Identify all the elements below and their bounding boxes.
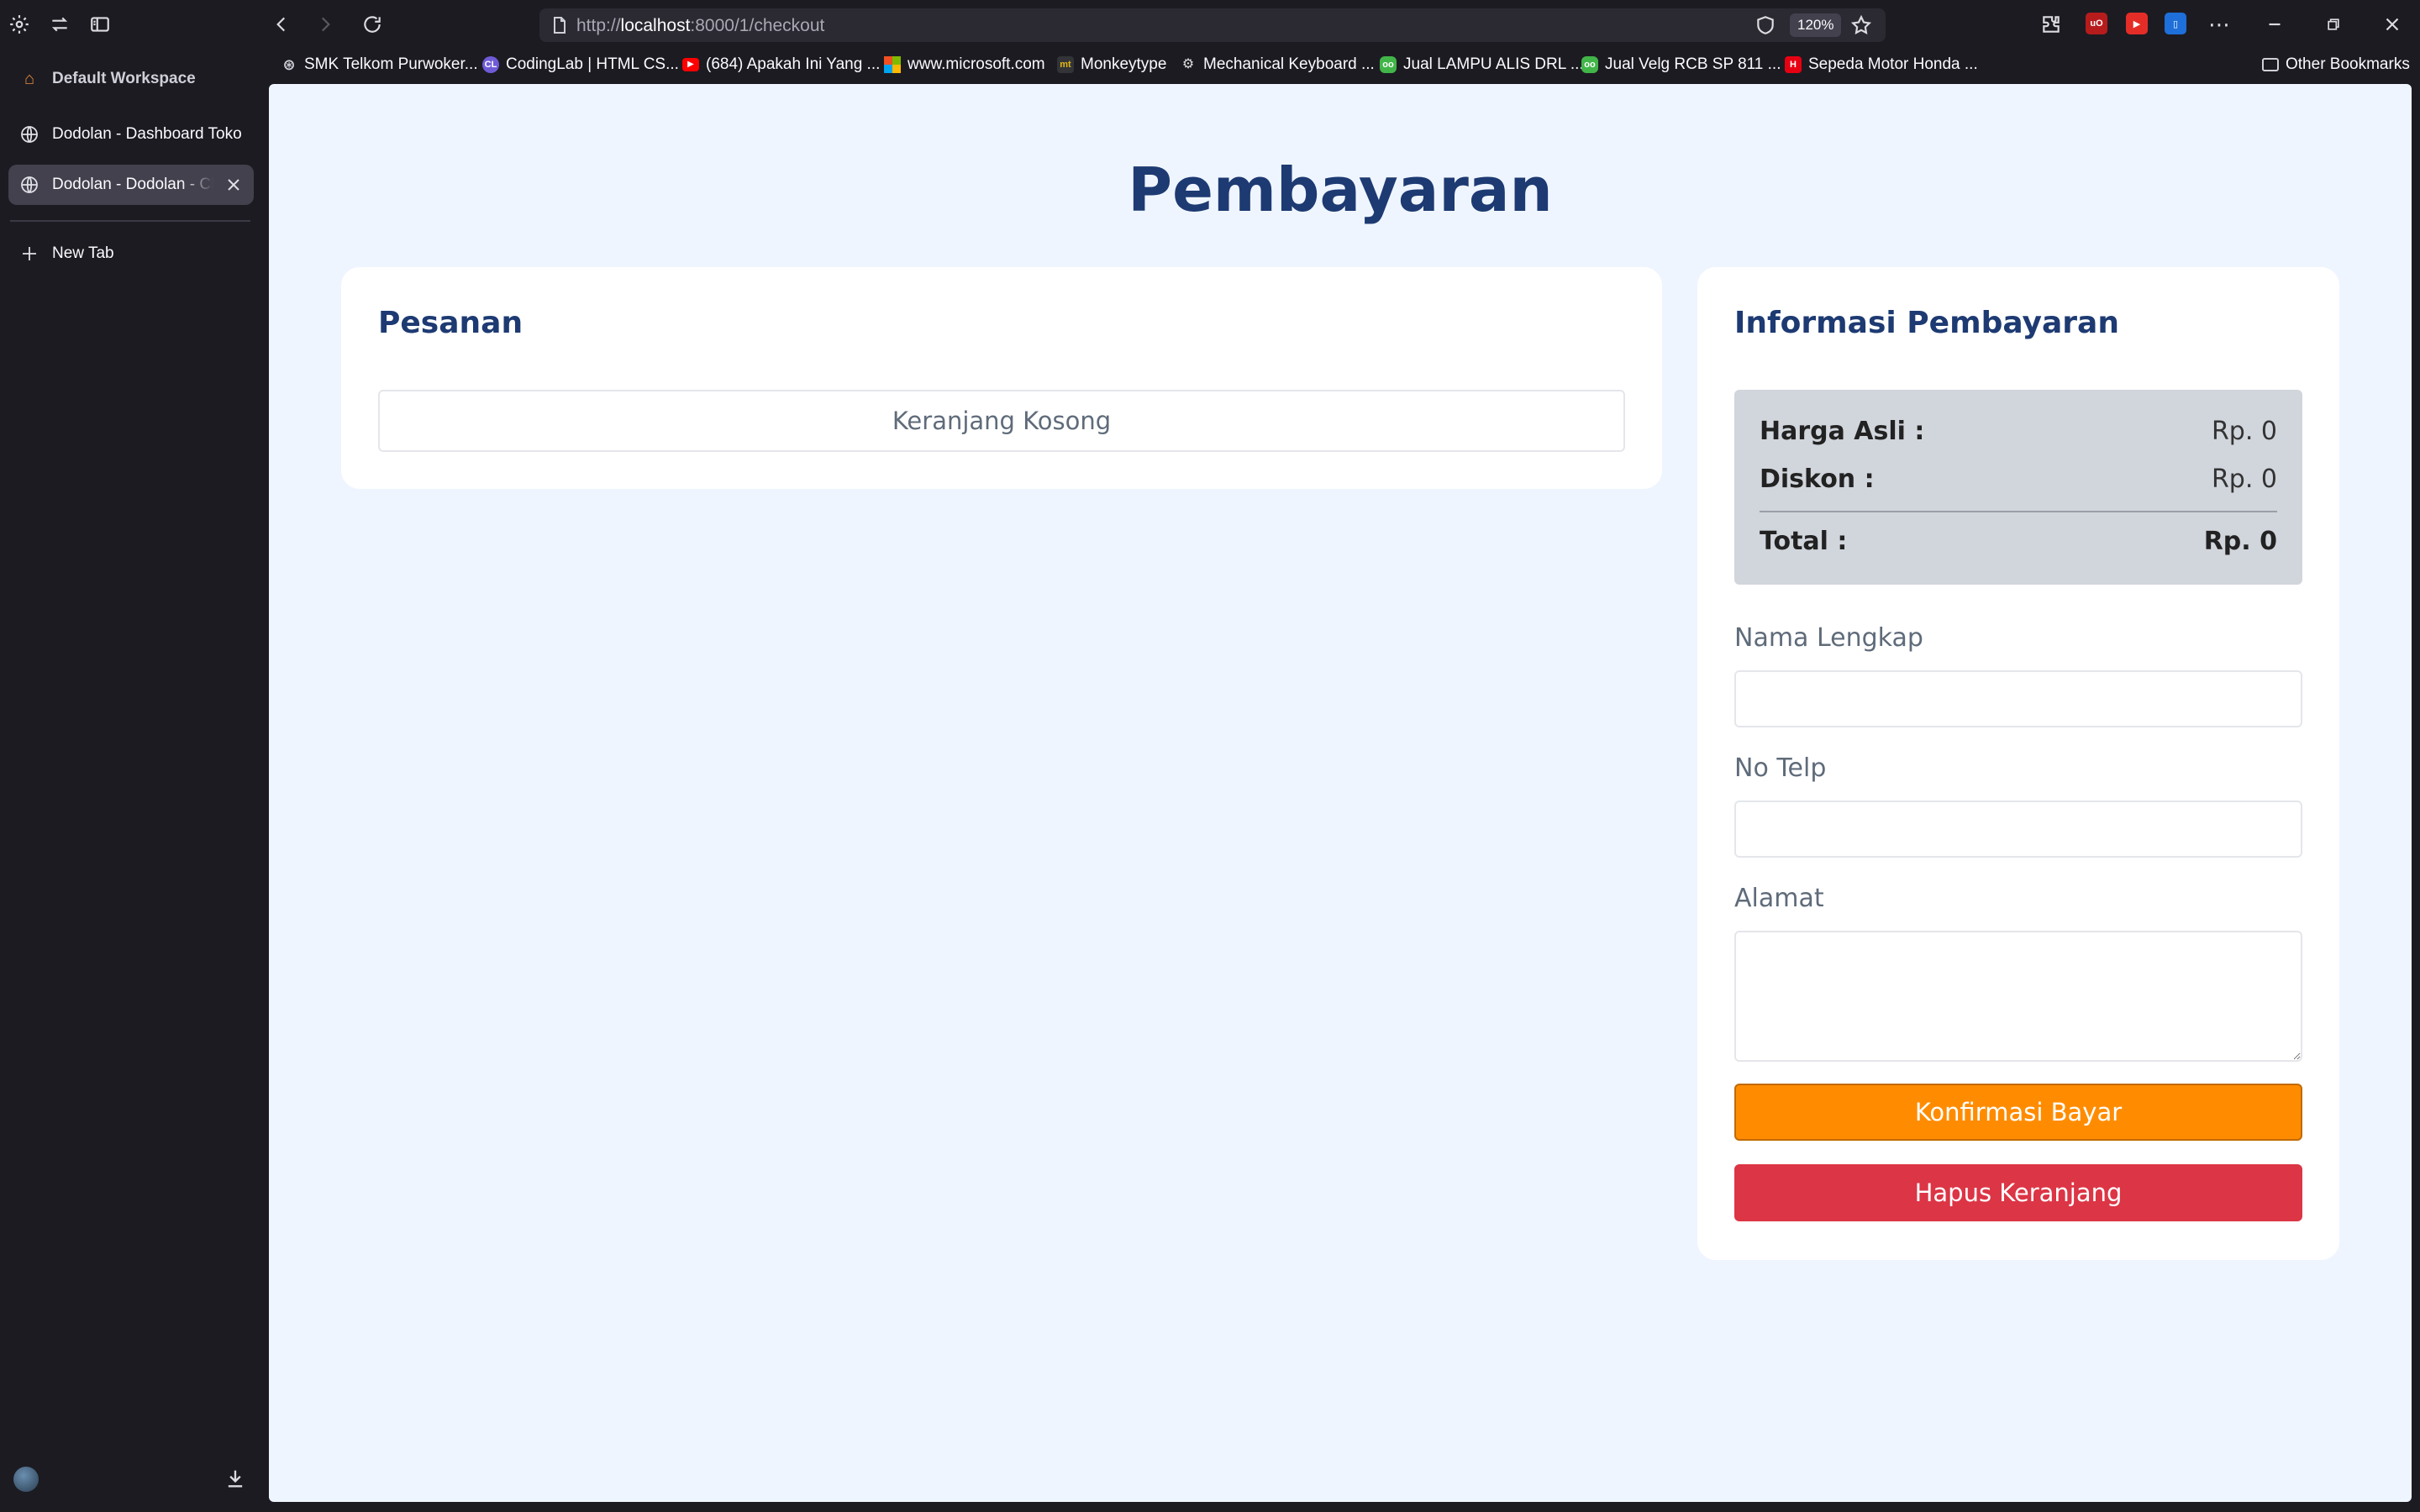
original-price-value: Rp. 0 [2211,417,2277,446]
globe-icon [18,174,40,196]
bookmarks-bar: ⊛ SMK Telkom Purwoker... CL CodingLab | … [269,50,2420,79]
total-row: Total : Rp. 0 [1760,527,2277,556]
address-textarea[interactable] [1734,931,2302,1062]
summary-divider [1760,511,2277,512]
bookmark-label: Mechanical Keyboard ... [1203,55,1375,73]
bookmark-label: www.microsoft.com [908,55,1045,73]
address-field-label: Alamat [1734,884,1824,913]
bookmark-item[interactable]: ▶ (684) Apakah Ini Yang ... [682,50,880,79]
back-arrow-icon[interactable] [266,8,297,40]
price-summary: Harga Asli : Rp. 0 Diskon : Rp. 0 Total … [1734,390,2302,585]
close-window-icon[interactable] [2376,8,2408,40]
plus-icon [18,243,40,265]
downloads-icon[interactable] [224,1467,247,1490]
bookmark-label: SMK Telkom Purwoker... [304,55,478,73]
clear-cart-button[interactable]: Hapus Keranjang [1734,1164,2302,1221]
page-title: Pembayaran [1128,155,1553,225]
name-field-label: Nama Lengkap [1734,623,1923,653]
restore-window-icon[interactable] [2317,8,2349,40]
bookmark-label: Monkeytype [1081,55,1167,73]
minimize-window-icon[interactable] [2259,8,2291,40]
sidebar-toggle-icon[interactable] [84,8,116,40]
tokopedia-icon: oo [1380,56,1397,73]
total-label: Total : [1760,527,1848,556]
name-input[interactable] [1734,670,2302,727]
web-page: Pembayaran Pesanan Keranjang Kosong Info… [269,84,2412,1502]
reload-icon[interactable] [356,8,388,40]
ublock-origin-icon[interactable]: uO [2086,13,2107,34]
bookmark-label: (684) Apakah Ini Yang ... [706,55,881,73]
bookmark-label: Jual Velg RCB SP 811 ... [1605,55,1781,73]
microsoft-icon [884,56,901,73]
bookmark-label: Sepeda Motor Honda ... [1808,55,1978,73]
bookmark-item[interactable]: oo Jual Velg RCB SP 811 ... [1581,50,1781,79]
bookmark-item[interactable]: CL CodingLab | HTML CS... [482,50,679,79]
youtube-icon: ▶ [682,58,699,71]
codinglab-icon: CL [482,56,499,73]
payment-info-card: Informasi Pembayaran Harga Asli : Rp. 0 … [1697,267,2339,1260]
settings-gear-icon[interactable] [3,8,35,40]
payment-heading: Informasi Pembayaran [1734,306,2119,340]
other-bookmarks-folder[interactable]: Other Bookmarks [2262,50,2410,79]
discount-label: Diskon : [1760,465,1875,494]
page-document-icon [550,15,570,35]
bookmark-item[interactable]: H Sepeda Motor Honda ... [1785,50,1978,79]
browser-toolbar: http://localhost:8000/1/checkout 120% uO… [0,0,2420,49]
url-text[interactable]: http://localhost:8000/1/checkout [576,16,824,36]
globe-icon [18,123,40,145]
tokopedia-icon: oo [1581,56,1598,73]
phone-field-label: No Telp [1734,753,1827,783]
more-menu-icon[interactable]: ⋯ [2203,8,2235,40]
workspace-selector[interactable]: ⌂ Default Workspace [8,59,254,99]
address-bar[interactable]: http://localhost:8000/1/checkout 120% [539,8,1886,42]
original-price-row: Harga Asli : Rp. 0 [1760,417,2277,446]
close-tab-icon[interactable] [224,175,244,195]
bookmark-label: Jual LAMPU ALIS DRL ... [1403,55,1584,73]
tracking-protection-shield-icon[interactable] [1754,14,1776,36]
total-value: Rp. 0 [2203,527,2277,556]
youtube-extension-icon[interactable]: ▶ [2126,13,2148,34]
sync-arrows-icon[interactable] [44,8,76,40]
tab-label: Dodolan - Dodolan - Checkout [52,176,213,193]
tab-checkout[interactable]: Dodolan - Dodolan - Checkout [8,165,254,205]
new-tab-button[interactable]: New Tab [8,234,254,274]
bookmark-star-icon[interactable] [1850,14,1872,36]
sidebar-divider [10,220,250,222]
tab-label: Dodolan - Dashboard Toko [52,125,242,143]
bookmark-item[interactable]: oo Jual LAMPU ALIS DRL ... [1380,50,1584,79]
other-bookmarks-label: Other Bookmarks [2286,55,2410,73]
globe-icon: ⊛ [282,56,296,73]
vertical-tabs-sidebar: ⌂ Default Workspace Dodolan - Dashboard … [0,50,267,1512]
forward-arrow-icon[interactable] [309,8,341,40]
monkeytype-icon: mt [1057,56,1074,73]
workspace-label: Default Workspace [52,70,196,87]
empty-cart-message: Keranjang Kosong [378,390,1625,452]
zoom-level-badge[interactable]: 120% [1790,13,1842,37]
new-tab-label: New Tab [52,244,114,262]
order-card: Pesanan Keranjang Kosong [341,267,1662,489]
extensions-puzzle-icon[interactable] [2035,8,2067,40]
bookmark-item[interactable]: mt Monkeytype [1057,50,1166,79]
bookmark-label: CodingLab | HTML CS... [506,55,679,73]
original-price-label: Harga Asli : [1760,417,1925,446]
folder-icon [2262,58,2279,71]
keyboard-site-icon: ⚙ [1181,57,1195,71]
bookmark-item[interactable]: www.microsoft.com [884,50,1045,79]
house-icon: ⌂ [24,69,35,88]
honda-icon: H [1785,56,1802,73]
order-heading: Pesanan [378,306,523,340]
discount-row: Diskon : Rp. 0 [1760,465,2277,494]
phone-input[interactable] [1734,801,2302,858]
discount-value: Rp. 0 [2211,465,2277,494]
bookmark-item[interactable]: ⚙ Mechanical Keyboard ... [1180,50,1375,79]
bookmark-item[interactable]: ⊛ SMK Telkom Purwoker... [281,50,478,79]
confirm-payment-button[interactable]: Konfirmasi Bayar [1734,1084,2302,1141]
account-avatar[interactable] [13,1467,39,1492]
tab-dashboard-toko[interactable]: Dodolan - Dashboard Toko [8,114,254,155]
translate-extension-icon[interactable]: ▯ [2165,13,2186,34]
